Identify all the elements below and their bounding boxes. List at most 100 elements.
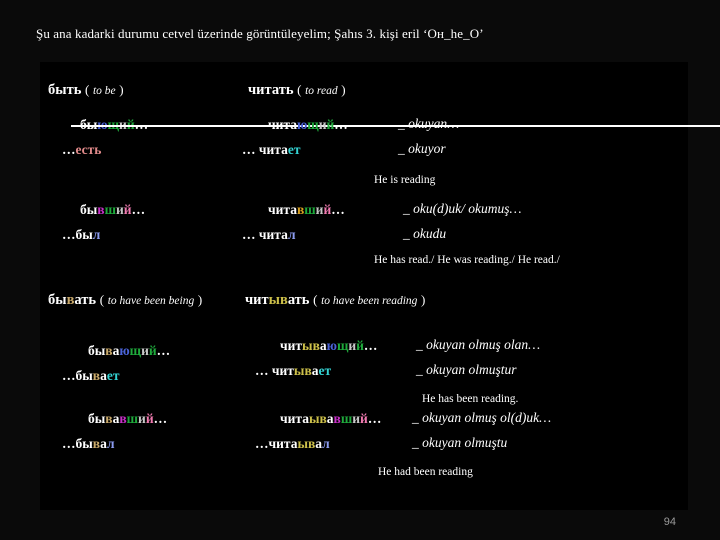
morpheme: ыв xyxy=(268,292,288,308)
morpheme: … xyxy=(367,411,382,426)
participle-бывавший: бывавший… xyxy=(88,411,167,427)
morpheme: бы xyxy=(88,343,106,358)
morpheme: есть xyxy=(75,142,102,157)
turkish-finite: _ okudu xyxy=(403,226,447,241)
infinitive-gloss: to read xyxy=(305,85,338,97)
morpheme: и xyxy=(116,202,124,217)
close-paren: ) xyxy=(197,292,203,307)
morpheme: …чита xyxy=(255,436,298,451)
morpheme: … xyxy=(363,338,378,353)
participle-читаывавший: читаывавший… xyxy=(280,411,381,427)
morpheme: … xyxy=(131,202,146,217)
morpheme: чит xyxy=(280,338,303,353)
english-gloss: He had been reading xyxy=(378,466,473,478)
morpheme: бы xyxy=(88,411,106,426)
morpheme: щ xyxy=(107,117,120,132)
turkish-finite: _ okuyor xyxy=(398,141,446,156)
morpheme: л xyxy=(106,436,115,451)
morpheme: …бы xyxy=(62,227,93,242)
finite-читаывал: …читаывал xyxy=(255,436,330,452)
turkish-participle: _ okuyan olmuş olan… xyxy=(416,337,541,352)
morpheme: щ xyxy=(307,117,319,132)
morpheme: й xyxy=(148,343,157,358)
morpheme: л xyxy=(287,227,296,242)
infinitive-word: читывать xyxy=(245,292,309,308)
morpheme: л xyxy=(322,436,330,451)
infinitive-word: быть xyxy=(48,82,82,98)
morpheme: в xyxy=(97,202,105,217)
close-paren: ) xyxy=(119,82,124,97)
morpheme: ыв xyxy=(297,436,316,451)
morpheme: в xyxy=(105,411,113,426)
morpheme: щ xyxy=(336,338,349,353)
morpheme: …бы xyxy=(62,436,93,451)
morpheme: ыв xyxy=(293,363,312,378)
morpheme: а xyxy=(100,436,107,451)
participle-читавший: читавший… xyxy=(268,202,345,218)
morpheme: л xyxy=(92,227,101,242)
morpheme: ет xyxy=(318,363,332,378)
morpheme: в xyxy=(333,411,341,426)
finite-читал: … читал xyxy=(242,227,296,243)
infinitive-бывать: бывать ( to have been being ) xyxy=(48,292,202,309)
morpheme: й xyxy=(360,411,368,426)
morpheme: ю xyxy=(119,343,130,358)
morpheme: в xyxy=(119,411,127,426)
morpheme: ш xyxy=(304,202,316,217)
english-gloss: He is reading xyxy=(374,174,436,186)
morpheme: и xyxy=(138,411,146,426)
morpheme: ыв xyxy=(308,411,327,426)
morpheme: в xyxy=(92,436,101,451)
finite-есть: …есть xyxy=(62,142,101,158)
participle-читывающий: читывающий… xyxy=(280,338,377,354)
morpheme: чит xyxy=(245,292,269,308)
morpheme: … xyxy=(331,202,345,217)
infinitive-word: читать xyxy=(248,82,294,98)
morpheme: чита xyxy=(268,202,297,217)
morpheme: ать xyxy=(74,292,97,308)
morpheme: а xyxy=(311,363,319,378)
morpheme: ет xyxy=(106,368,120,383)
morpheme: … чита xyxy=(242,142,288,157)
morpheme: ет xyxy=(287,142,301,157)
morpheme: и xyxy=(141,343,149,358)
morpheme: й xyxy=(145,411,154,426)
turkish-participle: _ okuyan olmuş ol(d)uk… xyxy=(412,410,552,425)
infinitive-читать: читать ( to read ) xyxy=(248,82,346,99)
morpheme: ю xyxy=(326,338,337,353)
participle-читающий: читающий… xyxy=(268,117,348,133)
open-paren: ( xyxy=(99,292,105,307)
morpheme: бы xyxy=(48,292,67,308)
morpheme: а xyxy=(326,411,334,426)
morpheme: в xyxy=(92,368,101,383)
turkish-finite: _ okuyan olmuştu xyxy=(412,435,508,450)
infinitive-word: бывать xyxy=(48,292,96,308)
morpheme: … чита xyxy=(242,227,288,242)
morpheme: … xyxy=(153,411,168,426)
morpheme: в xyxy=(105,343,113,358)
morpheme: … xyxy=(134,117,149,132)
morpheme: й xyxy=(126,117,135,132)
morpheme: ю xyxy=(296,117,308,132)
morpheme: а xyxy=(100,368,107,383)
infinitive-gloss: to have been reading xyxy=(321,295,418,307)
turkish-participle: _ oku(d)uk/ okumuş… xyxy=(403,201,522,216)
english-gloss: He has been reading. xyxy=(422,393,519,405)
morpheme: чита xyxy=(280,411,309,426)
participle-бывающий: бывающий… xyxy=(88,343,170,359)
page-number: 94 xyxy=(663,516,676,528)
finite-бывал: …бывал xyxy=(62,436,115,452)
finite-читает: … читает xyxy=(242,142,300,158)
page-title: Şu ana kadarki durumu cetvel üzerinde gö… xyxy=(36,26,484,41)
turkish-participle: _ okuyan… xyxy=(398,116,460,131)
turkish-finite: _ okuyan olmuştur xyxy=(416,362,517,377)
morpheme: ш xyxy=(340,411,353,426)
morpheme: и xyxy=(119,117,127,132)
open-paren: ( xyxy=(85,82,90,97)
morpheme: чита xyxy=(268,117,297,132)
morpheme: и xyxy=(348,338,357,353)
morpheme: ш xyxy=(104,202,116,217)
morpheme: й xyxy=(356,338,364,353)
infinitive-gloss: to be xyxy=(92,85,116,97)
open-paren: ( xyxy=(297,82,302,97)
